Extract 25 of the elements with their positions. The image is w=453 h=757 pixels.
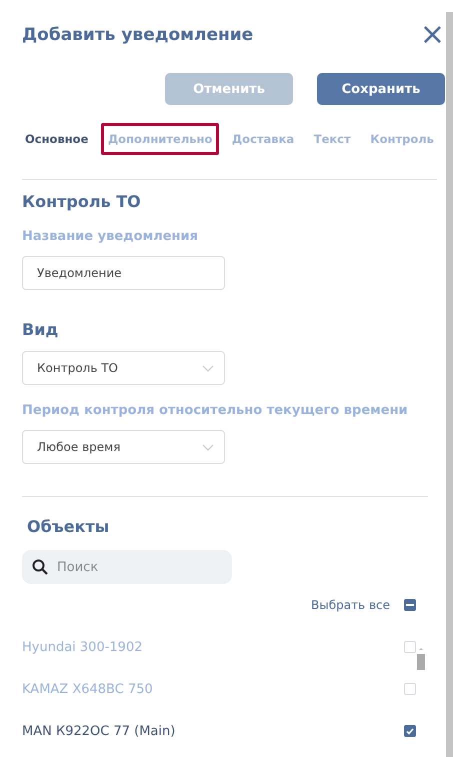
select-all-checkbox[interactable]	[404, 599, 416, 611]
object-checkbox[interactable]	[404, 725, 416, 737]
section-title: Вид	[22, 320, 60, 339]
section-title: Контроль ТО	[22, 192, 142, 211]
tab[interactable]: Основное	[18, 123, 96, 155]
search-icon	[32, 559, 48, 575]
search-field[interactable]: Поиск	[22, 550, 232, 584]
check-icon	[406, 728, 414, 734]
chevron-down-icon	[202, 364, 214, 372]
select-all-label: Выбрать все	[310, 598, 390, 612]
list-scrollbar[interactable]	[416, 646, 426, 670]
field-label: Период контроля относительно текущего времени	[22, 403, 409, 418]
minus-icon	[406, 604, 414, 606]
section-title: Объекты	[27, 517, 110, 536]
type-dropdown[interactable]: Контроль ТО	[22, 351, 225, 385]
object-name: KAMAZ X648BC 750	[22, 682, 153, 696]
period-dropdown[interactable]: Любое время	[22, 430, 225, 464]
object-name: Hyundai 300-1902	[22, 640, 142, 654]
chevron-down-icon	[202, 444, 214, 450]
save-button[interactable]: Сохранить	[317, 73, 445, 105]
object-name: MAN К922ОС 77 (Main)	[22, 724, 176, 738]
name-field[interactable]: Уведомление	[22, 256, 225, 290]
field-label: Название уведомления	[22, 229, 199, 244]
dialog-title: Добавить уведомление	[22, 25, 254, 45]
close-button[interactable]: ×	[420, 22, 445, 48]
